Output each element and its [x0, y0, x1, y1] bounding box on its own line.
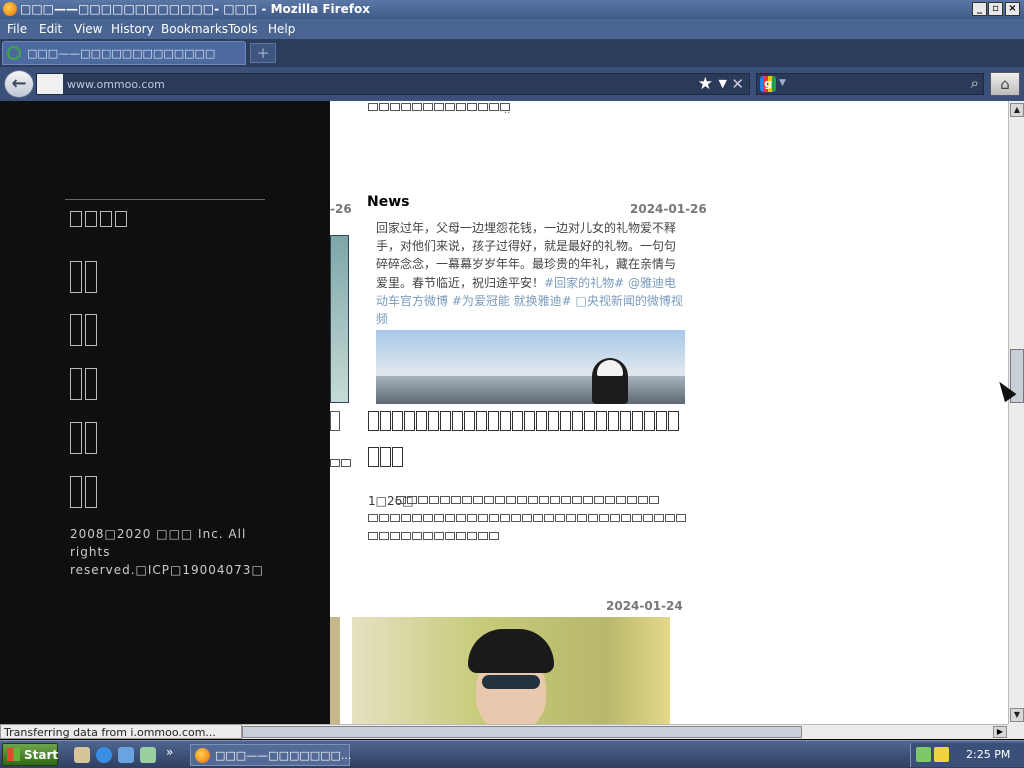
- new-tab-button[interactable]: +: [250, 43, 276, 63]
- firefox-taskbar-icon: [195, 748, 210, 763]
- back-button[interactable]: ←: [4, 70, 34, 98]
- tab-label: □□□——□□□□□□□□□□□□□: [27, 47, 216, 60]
- outlook-icon[interactable]: [118, 747, 134, 763]
- adjacent-title-glyphs: [330, 411, 340, 431]
- start-label: Start: [24, 748, 59, 762]
- horizontal-scrollbar[interactable]: ▶: [242, 724, 1008, 739]
- garbled-text-top: [368, 103, 510, 111]
- garbled-post-line-2: [368, 514, 686, 522]
- garbled-post-line-3: [368, 532, 499, 540]
- google-icon[interactable]: g: [760, 76, 776, 92]
- start-button[interactable]: Start: [2, 743, 58, 766]
- horizontal-scroll-thumb[interactable]: [242, 726, 802, 738]
- loading-icon: [7, 46, 21, 60]
- show-desktop-icon[interactable]: [74, 747, 90, 763]
- vertical-scrollbar[interactable]: ▲ ▼: [1008, 101, 1024, 724]
- scroll-right-icon[interactable]: ▶: [993, 726, 1007, 738]
- menu-history[interactable]: History: [111, 22, 154, 36]
- search-bar[interactable]: g ▼ ⌕: [756, 73, 984, 95]
- url-dropdown-icon[interactable]: ▼: [719, 77, 727, 90]
- tab-active[interactable]: □□□——□□□□□□□□□□□□□: [2, 41, 246, 65]
- menu-tools[interactable]: Tools: [228, 22, 258, 36]
- image-hills: [376, 376, 685, 404]
- clock[interactable]: 2:25 PM: [966, 748, 1010, 761]
- tray-app-icon[interactable]: [934, 747, 949, 762]
- sidebar-item-4[interactable]: [70, 422, 97, 454]
- sidebar-divider: [65, 199, 265, 200]
- taskbar-firefox-item[interactable]: □□□——□□□□□□□...: [190, 744, 352, 766]
- garbled-title-line-2[interactable]: [368, 447, 403, 467]
- sidebar-heading: [70, 211, 127, 227]
- scroll-up-icon[interactable]: ▲: [1010, 103, 1024, 117]
- garbled-post-line-1: [396, 496, 659, 504]
- windows-flag-icon: [7, 748, 20, 761]
- search-magnifier-icon[interactable]: ⌕: [971, 74, 979, 92]
- media-icon[interactable]: [140, 747, 156, 763]
- site-identity-icon[interactable]: [37, 74, 63, 94]
- url-text[interactable]: www.ommoo.com: [67, 78, 165, 91]
- system-tray: 2:25 PM: [910, 743, 1024, 767]
- site-sidebar: 2008□2020 □□□ Inc. All rights reserved.□…: [0, 101, 330, 724]
- page-content: .. -26 News 2024-01-26 回家过年，父母一边埋怨花钱，一边对…: [330, 101, 1008, 724]
- menubar: File Edit View History Bookmarks Tools H…: [0, 19, 1024, 39]
- adjacent-post-image[interactable]: [330, 235, 349, 403]
- image-sunglasses: [482, 675, 540, 689]
- status-bar: Transferring data from i.ommoo.com...: [0, 724, 242, 739]
- ie-icon[interactable]: [96, 747, 112, 763]
- window-title: □□□——□□□□□□□□□□□□- □□□ - Mozilla Firefox: [20, 2, 370, 16]
- news-body: 回家过年，父母一边埋怨花钱，一边对儿女的礼物爱不释手，对他们来说，孩子过得好，就…: [376, 219, 686, 328]
- second-post-date: 2024-01-24: [606, 599, 683, 613]
- menu-file[interactable]: File: [7, 22, 27, 36]
- news-image[interactable]: [376, 330, 685, 404]
- sidebar-item-5[interactable]: [70, 476, 97, 508]
- menu-help[interactable]: Help: [268, 22, 295, 36]
- menu-bookmarks[interactable]: Bookmarks: [161, 22, 228, 36]
- image-hair: [468, 629, 554, 673]
- restore-button[interactable]: ▫: [988, 2, 1003, 16]
- firefox-icon: [3, 2, 17, 16]
- search-engine-dropdown-icon[interactable]: ▼: [779, 78, 786, 88]
- close-button[interactable]: ×: [1005, 2, 1020, 16]
- sidebar-item-3[interactable]: [70, 368, 97, 400]
- news-date: 2024-01-26: [630, 202, 707, 216]
- quicklaunch-more-icon[interactable]: »: [166, 745, 173, 759]
- taskbar-item-label: □□□——□□□□□□□...: [215, 749, 352, 762]
- network-icon[interactable]: [916, 747, 931, 762]
- bookmark-star-icon[interactable]: ★: [698, 74, 713, 94]
- garbled-title-line-1[interactable]: [368, 411, 679, 431]
- home-button[interactable]: ⌂: [990, 72, 1020, 96]
- second-post-image[interactable]: [352, 617, 670, 724]
- adjacent-snippet-glyphs: [330, 459, 351, 467]
- scroll-down-icon[interactable]: ▼: [1010, 708, 1024, 722]
- menu-edit[interactable]: Edit: [39, 22, 62, 36]
- copyright-text: 2008□2020 □□□ Inc. All rights reserved.□…: [70, 527, 264, 577]
- status-text: Transferring data from i.ommoo.com...: [4, 726, 216, 739]
- address-bar[interactable]: www.ommoo.com ★ ▼ ✕: [36, 73, 750, 95]
- partial-date: -26: [330, 202, 352, 216]
- sidebar-item-1[interactable]: [70, 261, 97, 293]
- scroll-corner: [1008, 724, 1024, 739]
- news-heading: News: [367, 194, 410, 210]
- top-snippet-ellipsis: ..: [504, 105, 511, 116]
- menu-view[interactable]: View: [74, 22, 102, 36]
- adjacent-post-image-2[interactable]: [330, 617, 340, 724]
- sidebar-item-2[interactable]: [70, 314, 97, 346]
- minimize-button[interactable]: _: [972, 2, 987, 16]
- window-titlebar: □□□——□□□□□□□□□□□□- □□□ - Mozilla Firefox…: [0, 0, 1024, 19]
- stop-icon[interactable]: ✕: [731, 75, 744, 93]
